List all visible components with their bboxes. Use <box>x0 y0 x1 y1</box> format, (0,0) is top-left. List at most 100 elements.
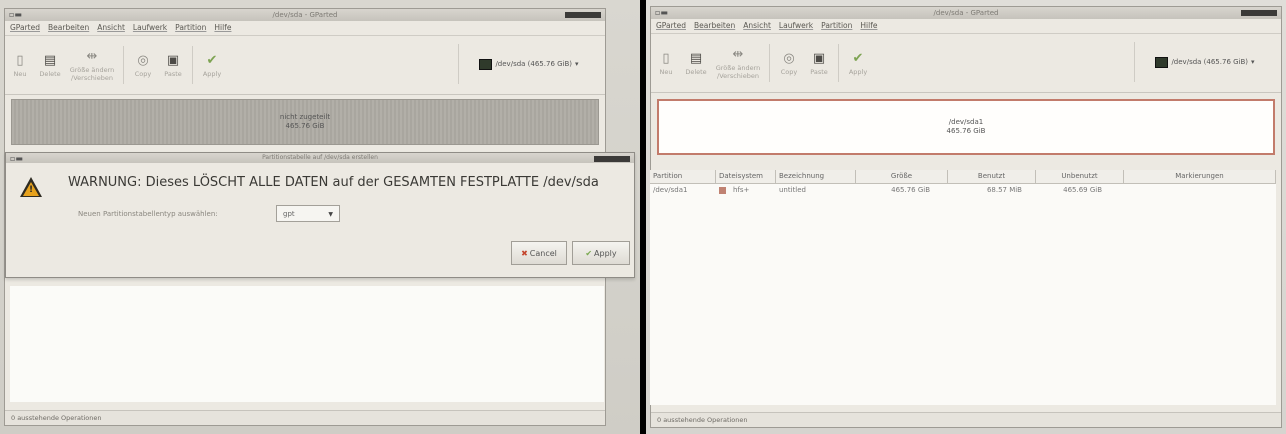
disk-icon <box>479 58 493 70</box>
cell-used: 68.57 MiB <box>986 186 1022 194</box>
col-label[interactable]: Bezeichnung <box>776 170 856 183</box>
title-bar: ▫▬ /dev/sda - GParted <box>5 9 605 21</box>
delete-icon: ▤ <box>43 53 57 68</box>
apply-icon: ✔ <box>206 53 218 68</box>
menu-ansicht[interactable]: Ansicht <box>743 19 771 33</box>
col-size[interactable]: Größe <box>856 170 948 183</box>
cell-size: 465.76 GiB <box>891 186 930 194</box>
dialog-title: Partitionstabelle auf /dev/sda erstellen <box>262 154 378 161</box>
menu-bearbeiten[interactable]: Bearbeiten <box>694 19 735 33</box>
apply-button[interactable]: ✔ Apply <box>843 34 873 92</box>
window-menu-icon[interactable]: ▫▬ <box>655 9 668 17</box>
cancel-icon: ✖ <box>521 249 528 258</box>
resize-button[interactable]: ⇹ Größe ändern /Verschieben <box>65 36 119 94</box>
col-filesystem[interactable]: Dateisystem <box>716 170 776 183</box>
delete-icon: ▤ <box>689 51 703 66</box>
device-label: /dev/sda (465.76 GiB) <box>1171 58 1249 66</box>
col-partition[interactable]: Partition <box>650 170 716 183</box>
new-icon: ▯ <box>662 51 670 66</box>
graph-partition-size: 465.76 GiB <box>946 127 986 135</box>
resize-icon: ⇹ <box>86 49 98 64</box>
menu-laufwerk[interactable]: Laufwerk <box>779 19 813 33</box>
window-menu-icon[interactable]: ▫▬ <box>9 11 22 19</box>
resize-button[interactable]: ⇹ Größe ändern /Verschieben <box>711 34 765 92</box>
table-row[interactable]: /dev/sda1 hfs+ untitled 465.76 GiB 68.57… <box>650 184 1276 197</box>
cancel-button[interactable]: ✖ Cancel <box>511 241 567 265</box>
window-title: /dev/sda - GParted <box>933 9 999 17</box>
menu-gparted[interactable]: GParted <box>10 21 40 35</box>
resize-icon: ⇹ <box>732 47 744 62</box>
toolbar-separator <box>192 46 193 84</box>
apply-button[interactable]: ✔ Apply <box>197 36 227 94</box>
cell-unused: 465.69 GiB <box>1063 186 1102 194</box>
copy-button[interactable]: ◎ Copy <box>774 34 804 92</box>
window-title: /dev/sda - GParted <box>272 11 338 19</box>
menu-bearbeiten[interactable]: Bearbeiten <box>48 21 89 35</box>
device-label: /dev/sda (465.76 GiB) <box>495 60 573 68</box>
cell-label: untitled <box>779 186 807 194</box>
col-flags[interactable]: Markierungen <box>1124 170 1276 183</box>
chevron-down-icon: ▾ <box>575 60 579 68</box>
copy-icon: ◎ <box>137 53 149 68</box>
graph-size: 465.76 GiB <box>285 122 325 130</box>
new-button[interactable]: ▯ Neu <box>651 34 681 92</box>
partition-list-area <box>650 183 1276 405</box>
menu-bar: GParted Bearbeiten Ansicht Laufwerk Part… <box>651 19 1281 34</box>
create-partition-table-dialog: ▫▬ Partitionstabelle auf /dev/sda erstel… <box>5 152 635 278</box>
disk-icon <box>1155 56 1169 68</box>
menu-laufwerk[interactable]: Laufwerk <box>133 21 167 35</box>
window-controls-icon[interactable] <box>565 12 601 18</box>
graph-partition-name: /dev/sda1 <box>948 118 984 126</box>
delete-button[interactable]: ▤ Delete <box>681 34 711 92</box>
dialog-apply-button[interactable]: ✔ Apply <box>572 241 630 265</box>
partition-graph[interactable]: /dev/sda1 465.76 GiB <box>657 99 1275 155</box>
filesystem-name: hfs+ <box>733 186 750 194</box>
filesystem-color-swatch <box>719 186 726 194</box>
menu-gparted[interactable]: GParted <box>656 19 686 33</box>
window-controls-icon[interactable] <box>594 156 630 162</box>
warning-icon-mark: ! <box>28 185 34 195</box>
cell-flags <box>1124 184 1276 197</box>
menu-partition[interactable]: Partition <box>821 19 852 33</box>
paste-button[interactable]: ▣ Paste <box>804 34 834 92</box>
cell-filesystem: hfs+ <box>716 184 776 197</box>
apply-label: Apply <box>594 249 617 258</box>
new-button[interactable]: ▯ Neu <box>5 36 35 94</box>
menu-partition[interactable]: Partition <box>175 21 206 35</box>
chevron-down-icon: ▼ <box>328 211 333 218</box>
menu-ansicht[interactable]: Ansicht <box>97 21 125 35</box>
partition-list-area <box>10 286 604 402</box>
partition-graph[interactable]: nicht zugeteilt 465.76 GiB <box>11 99 599 145</box>
status-bar: 0 ausstehende Operationen <box>651 412 1281 427</box>
paste-icon: ▣ <box>166 53 180 68</box>
window-menu-icon[interactable]: ▫▬ <box>10 155 23 163</box>
cell-partition: /dev/sda1 <box>653 186 688 194</box>
menu-bar: GParted Bearbeiten Ansicht Laufwerk Part… <box>5 21 605 36</box>
partition-table: Partition Dateisystem Bezeichnung Größe … <box>650 170 1276 197</box>
delete-button[interactable]: ▤ Delete <box>35 36 65 94</box>
new-icon: ▯ <box>16 53 24 68</box>
table-type-label: Neuen Partitionstabellentyp auswählen: <box>78 210 218 218</box>
copy-button[interactable]: ◎ Copy <box>128 36 158 94</box>
col-used[interactable]: Benutzt <box>948 170 1036 183</box>
device-selector[interactable]: /dev/sda (465.76 GiB) ▾ <box>458 44 599 84</box>
window-controls-icon[interactable] <box>1241 10 1277 16</box>
paste-button[interactable]: ▣ Paste <box>158 36 188 94</box>
col-unused[interactable]: Unbenutzt <box>1036 170 1124 183</box>
menu-hilfe[interactable]: Hilfe <box>214 21 231 35</box>
warning-text: WARNUNG: Dieses LÖSCHT ALLE DATEN auf de… <box>68 175 599 190</box>
apply-icon: ✔ <box>852 51 864 66</box>
copy-icon: ◎ <box>783 51 795 66</box>
right-screenshot: ▫▬ /dev/sda - GParted GParted Bearbeiten… <box>646 0 1286 434</box>
cancel-label: Cancel <box>529 249 557 258</box>
paste-icon: ▣ <box>812 51 826 66</box>
toolbar: ▯ Neu ▤ Delete ⇹ Größe ändern /Verschieb… <box>651 34 1281 93</box>
toolbar: ▯ Neu ▤ Delete ⇹ Größe ändern /Verschieb… <box>5 36 605 95</box>
table-header: Partition Dateisystem Bezeichnung Größe … <box>650 170 1276 184</box>
apply-icon: ✔ <box>585 249 593 258</box>
table-type-value: gpt <box>283 210 295 218</box>
device-selector[interactable]: /dev/sda (465.76 GiB) ▾ <box>1134 42 1275 82</box>
table-type-select[interactable]: gpt ▼ <box>276 205 340 222</box>
title-bar: ▫▬ /dev/sda - GParted <box>651 7 1281 19</box>
menu-hilfe[interactable]: Hilfe <box>860 19 877 33</box>
